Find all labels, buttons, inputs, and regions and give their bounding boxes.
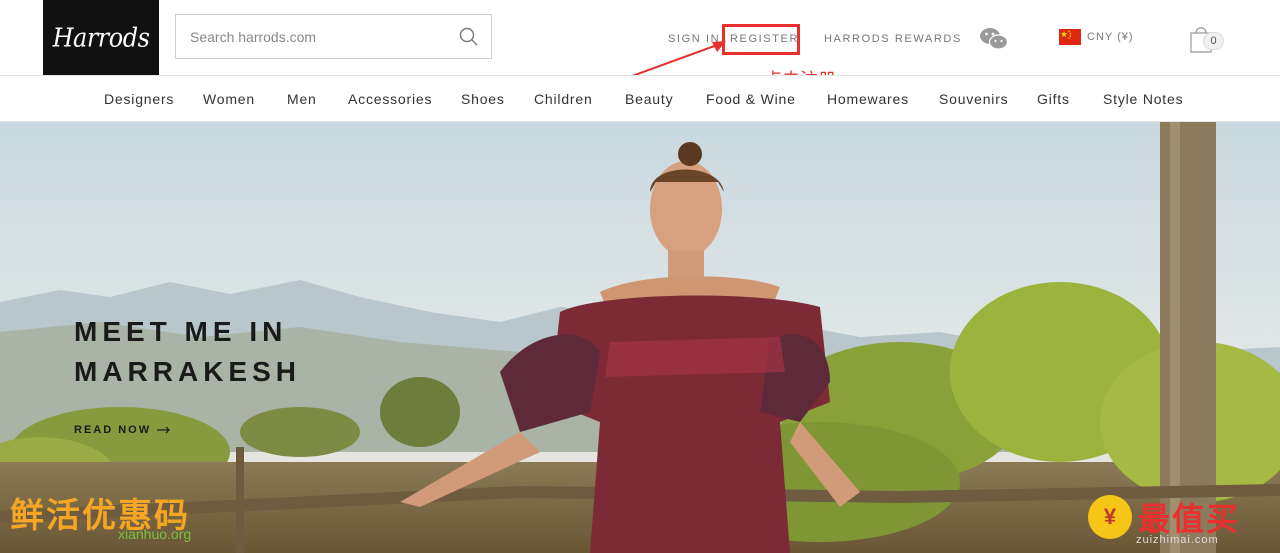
nav-item-shoes[interactable]: Shoes (461, 91, 505, 107)
watermark-right-url: zuizhimai.com (1136, 534, 1219, 546)
watermark-left-url: xianhuo.org (118, 526, 192, 542)
nav-item-beauty[interactable]: Beauty (625, 91, 673, 107)
wechat-icon[interactable] (979, 26, 1009, 52)
read-now-label: READ NOW (74, 424, 152, 436)
rewards-link[interactable]: HARRODS REWARDS (824, 33, 962, 45)
watermark-coin-icon: ¥ (1088, 495, 1132, 539)
search-input[interactable] (176, 15, 447, 58)
nav-item-gifts[interactable]: Gifts (1037, 91, 1070, 107)
logo-text: Harrods (52, 22, 150, 53)
register-link[interactable]: REGISTER (730, 33, 799, 45)
nav-item-designers[interactable]: Designers (104, 91, 174, 107)
hero-title: MEET ME IN MARRAKESH (74, 316, 301, 387)
harrods-logo[interactable]: Harrods (43, 0, 159, 75)
nav-item-men[interactable]: Men (287, 91, 317, 107)
nav-item-children[interactable]: Children (534, 91, 593, 107)
hero-banner[interactable]: MEET ME IN MARRAKESH READ NOW 鲜活优惠码 xian… (0, 122, 1280, 553)
arrow-right-icon (157, 426, 170, 434)
nav-item-accessories[interactable]: Accessories (348, 91, 432, 107)
search-button[interactable] (447, 15, 491, 58)
china-flag-icon (1059, 29, 1081, 45)
nav-item-style-notes[interactable]: Style Notes (1103, 91, 1183, 107)
nav-item-homewares[interactable]: Homewares (827, 91, 909, 107)
main-nav: Designers Women Men Accessories Shoes Ch… (0, 76, 1280, 122)
watermark-right: ¥ 最值买 zuizhimai.com (1088, 494, 1240, 546)
nav-item-women[interactable]: Women (203, 91, 255, 107)
read-now-link[interactable]: READ NOW (74, 424, 171, 436)
currency-selector[interactable]: CNY (¥) (1059, 29, 1134, 45)
bag-count-badge: 0 (1203, 32, 1224, 50)
currency-label: CNY (¥) (1087, 31, 1134, 43)
site-header: Harrods SIGN IN REGISTER HARRODS REWARDS (0, 0, 1280, 93)
search-box (175, 14, 492, 59)
watermark-left: 鲜活优惠码 xianhuo.org (10, 488, 191, 542)
search-icon (459, 27, 478, 45)
nav-item-food-wine[interactable]: Food & Wine (706, 91, 796, 107)
nav-item-souvenirs[interactable]: Souvenirs (939, 91, 1008, 107)
